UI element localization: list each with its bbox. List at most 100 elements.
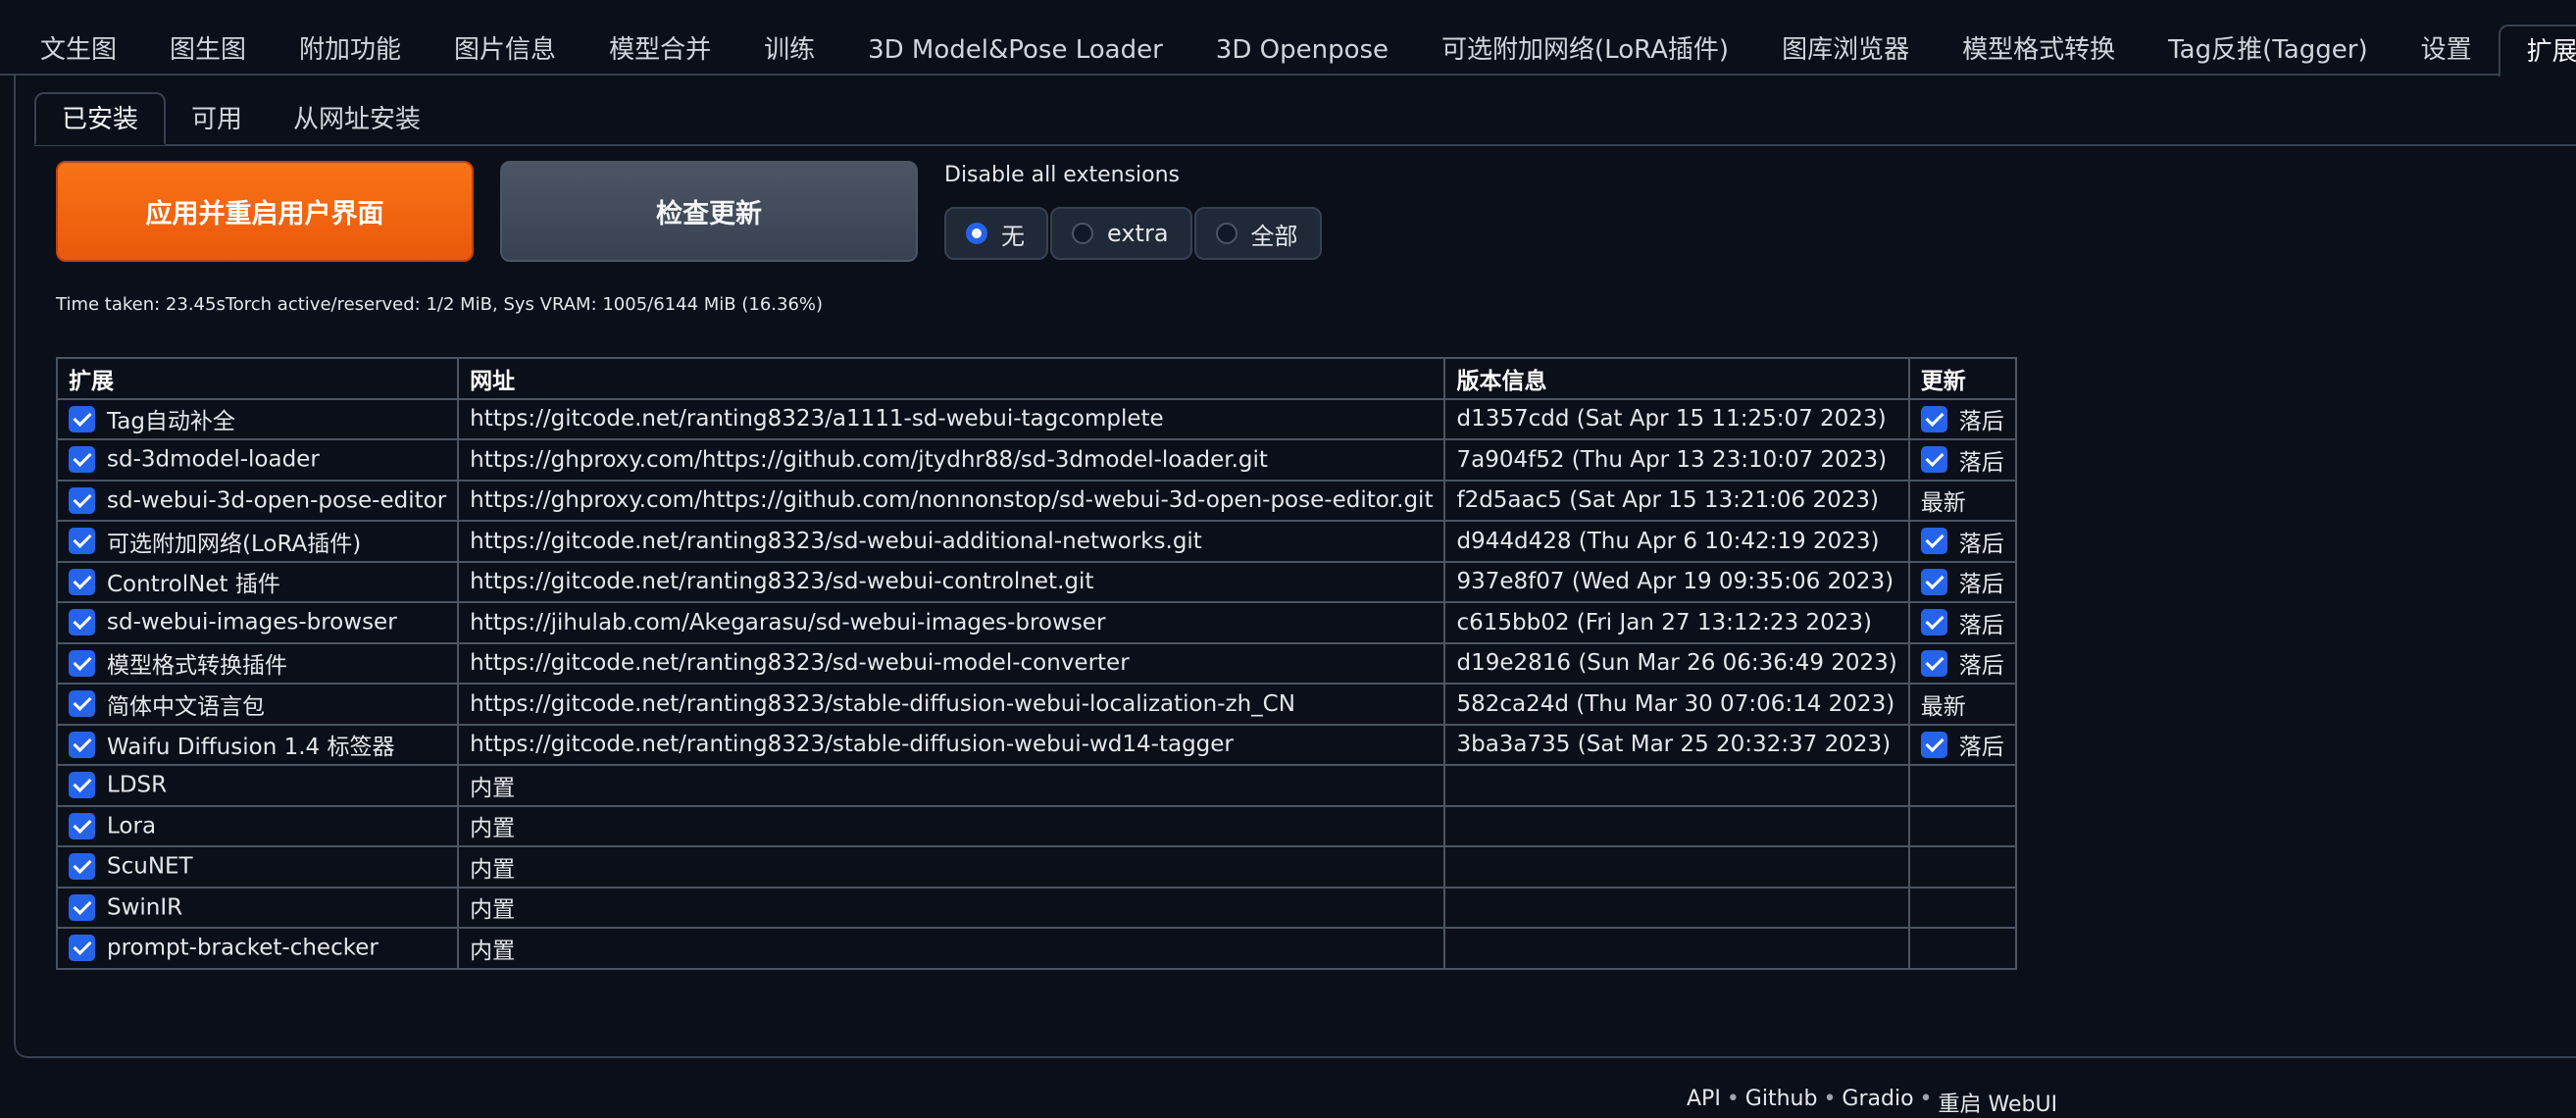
- extension-name: sd-3dmodel-loader: [107, 446, 320, 473]
- extension-version: d944d428 (Thu Apr 6 10:42:19 2023): [1443, 520, 1910, 563]
- top-tab[interactable]: 图库浏览器: [1755, 25, 1936, 76]
- enable-checkbox[interactable]: [69, 893, 95, 921]
- extension-url: https://gitcode.net/ranting8323/sd-webui…: [457, 641, 1446, 685]
- extension-url: https://gitcode.net/ranting8323/sd-webui…: [457, 560, 1446, 603]
- enable-checkbox[interactable]: [69, 690, 95, 718]
- top-tab[interactable]: 可选附加网络(LoRA插件): [1415, 25, 1755, 76]
- table-row: prompt-bracket-checker 内置: [55, 927, 2017, 970]
- enable-checkbox[interactable]: [69, 772, 95, 799]
- extension-version: d19e2816 (Sun Mar 26 06:36:49 2023): [1443, 641, 1910, 685]
- extension-url: https://ghproxy.com/https://github.com/n…: [457, 479, 1446, 522]
- top-tab[interactable]: 3D Model&Pose Loader: [841, 25, 1189, 76]
- enable-checkbox[interactable]: [69, 568, 95, 595]
- top-tab[interactable]: 3D Openpose: [1189, 25, 1415, 76]
- extension-version: 7a904f52 (Thu Apr 13 23:10:07 2023): [1443, 438, 1910, 482]
- enable-checkbox[interactable]: [69, 609, 95, 636]
- enable-checkbox[interactable]: [69, 812, 95, 839]
- extension-name: 可选附加网络(LoRA插件): [107, 531, 362, 557]
- table-row: Waifu Diffusion 1.4 标签器 https://gitcode.n…: [55, 723, 2017, 766]
- enable-checkbox[interactable]: [69, 853, 95, 881]
- update-checkbox[interactable]: [1920, 568, 1947, 595]
- update-cell: 最新: [1907, 479, 2017, 522]
- update-checkbox[interactable]: [1920, 446, 1947, 474]
- top-tab[interactable]: 训练: [737, 25, 841, 76]
- subnav-tab[interactable]: 可用: [166, 94, 268, 145]
- update-status: 最新: [1920, 490, 1966, 517]
- header-version: 版本信息: [1443, 357, 1910, 400]
- extension-url: https://ghproxy.com/https://github.com/j…: [457, 438, 1446, 482]
- table-row: 简体中文语言包 https://gitcode.net/ranting8323/s…: [55, 683, 2017, 726]
- enable-checkbox[interactable]: [69, 731, 95, 758]
- top-tab-list: 文生图 图生图 附加功能 图片信息 模型合并 训练 3D Model&Pose Loader…: [0, 0, 2576, 77]
- extension-cell: ControlNet 插件: [55, 560, 460, 603]
- extension-version: [1443, 845, 1910, 889]
- update-cell: 最新: [1907, 683, 2017, 726]
- extension-url: https://gitcode.net/ranting8323/stable-d…: [457, 683, 1446, 726]
- radio-button-icon[interactable]: [1072, 223, 1093, 244]
- apply-and-restart-button[interactable]: 应用并重启用户界面: [56, 161, 474, 262]
- extension-name: Waifu Diffusion 1.4 标签器: [107, 735, 395, 761]
- top-tab[interactable]: 模型合并: [582, 25, 737, 76]
- header-extension: 扩展: [55, 357, 460, 400]
- update-checkbox[interactable]: [1920, 731, 1947, 758]
- enable-checkbox[interactable]: [69, 446, 95, 474]
- footer-separator: •: [1726, 1087, 1740, 1111]
- update-cell: [1907, 804, 2017, 847]
- subnav-tab[interactable]: 已安装: [34, 92, 167, 145]
- update-status: 落后: [1958, 572, 2004, 598]
- update-checkbox[interactable]: [1920, 528, 1947, 555]
- enable-checkbox[interactable]: [69, 486, 95, 514]
- top-tab[interactable]: 图生图: [143, 25, 273, 76]
- radio-button-icon[interactable]: [966, 223, 987, 244]
- update-cell: [1907, 845, 2017, 889]
- footer-link[interactable]: Github: [1745, 1087, 1818, 1118]
- update-checkbox[interactable]: [1920, 405, 1947, 432]
- subnav-tab[interactable]: 从网址安装: [268, 94, 446, 145]
- extension-name: SwinIR: [107, 894, 183, 921]
- extension-url: https://gitcode.net/ranting8323/a1111-sd…: [457, 397, 1446, 440]
- extension-url: 内置: [457, 886, 1446, 929]
- header-update: 更新: [1907, 357, 2017, 400]
- footer-link[interactable]: API: [1687, 1087, 1721, 1118]
- update-checkbox[interactable]: [1920, 609, 1947, 636]
- footer-separator: •: [1919, 1087, 1933, 1111]
- enable-checkbox[interactable]: [69, 405, 95, 432]
- extension-version: 582ca24d (Thu Mar 30 07:06:14 2023): [1443, 683, 1910, 726]
- radio-button-icon[interactable]: [1215, 223, 1237, 244]
- top-tab[interactable]: 模型格式转换: [1936, 25, 2142, 76]
- extension-cell: 模型格式转换插件: [55, 641, 460, 685]
- disable-option[interactable]: 无: [944, 207, 1048, 260]
- update-cell: 落后: [1907, 641, 2017, 685]
- extension-url: 内置: [457, 804, 1446, 847]
- extension-url: https://gitcode.net/ranting8323/sd-webui…: [457, 520, 1446, 563]
- disable-option-label: extra: [1107, 220, 1169, 247]
- disable-option-label: 无: [1001, 222, 1025, 250]
- table-row: sd-3dmodel-loader https://ghproxy.com/htt…: [55, 438, 2017, 482]
- top-tab[interactable]: Tag反推(Tagger): [2142, 25, 2395, 76]
- top-tab[interactable]: 设置: [2395, 25, 2499, 76]
- extension-name: ScuNET: [107, 853, 193, 880]
- top-tab[interactable]: 扩展: [2498, 25, 2576, 77]
- top-tab[interactable]: 附加功能: [273, 25, 428, 76]
- footer-link[interactable]: 重启 WebUI: [1939, 1087, 2058, 1118]
- footer-separator: •: [1823, 1087, 1837, 1111]
- extension-name: Lora: [107, 813, 157, 839]
- enable-checkbox[interactable]: [69, 935, 95, 962]
- enable-checkbox[interactable]: [69, 649, 95, 677]
- disable-option[interactable]: 全部: [1193, 207, 1322, 260]
- check-for-updates-button[interactable]: 检查更新: [500, 161, 918, 262]
- update-status: 落后: [1958, 449, 2004, 476]
- update-checkbox[interactable]: [1920, 649, 1947, 677]
- disable-option-label: 全部: [1250, 222, 1298, 250]
- extension-cell: 可选附加网络(LoRA插件): [55, 520, 460, 563]
- extension-url: 内置: [457, 927, 1446, 970]
- disable-option[interactable]: extra: [1050, 207, 1192, 260]
- top-tab[interactable]: 文生图: [14, 25, 143, 76]
- footer-link[interactable]: Gradio: [1842, 1087, 1913, 1118]
- enable-checkbox[interactable]: [69, 528, 95, 555]
- table-row: 可选附加网络(LoRA插件) https://gitcode.net/rantin…: [55, 520, 2017, 563]
- top-tab[interactable]: 图片信息: [428, 25, 582, 76]
- update-cell: 落后: [1907, 438, 2017, 482]
- extensions-table: 扩展 网址 版本信息 更新 Tag自动补全 https://gitcode.net…: [55, 357, 2017, 970]
- extension-cell: Waifu Diffusion 1.4 标签器: [55, 723, 460, 766]
